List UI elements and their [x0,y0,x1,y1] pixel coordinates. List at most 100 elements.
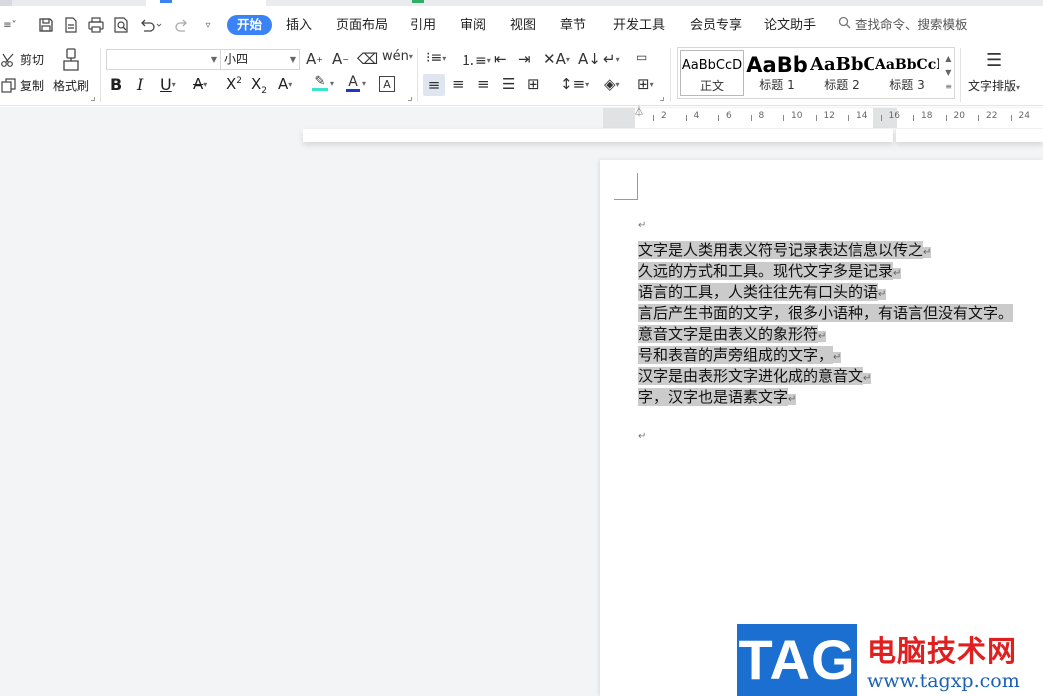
align-center-icon: ≡ [452,75,465,93]
strikethrough-button[interactable]: A ▾ [193,75,207,93]
scissors-icon [0,52,18,68]
separator [670,48,671,102]
text-direction-button[interactable]: A↓ [578,50,601,68]
style-sample: AaBbCcI [875,57,939,73]
show-marks-button[interactable]: ▭ [636,50,647,64]
doc-tab-icon [160,0,172,3]
tab-home[interactable]: 开始 [227,15,273,35]
italic-button[interactable]: I [137,75,143,94]
copy-button[interactable]: 复制 [0,77,44,94]
tab-developer[interactable]: 开发工具 [613,16,665,36]
font-dialog-launcher[interactable] [408,97,412,101]
document-line[interactable]: 意音文字是由表义的象形符↵ [638,324,1013,345]
increase-indent-button[interactable]: ⇥ [518,50,531,68]
underline-button[interactable]: U ▾ [160,75,176,94]
tab-references[interactable]: 引用 [410,16,436,36]
highlight-button[interactable]: ✎ ▾ [312,75,334,91]
document-text[interactable]: 文字是人类用表义符号记录表达信息以传之↵ 久远的方式和工具。现代文字多是记录↵ 语言… [638,240,1014,408]
style-heading-1[interactable]: AaBb 标题 1 [745,50,809,96]
ruler-label: 4 [693,111,700,121]
ruler-tick [653,115,654,121]
paragraph-mark: ↵ [638,431,647,442]
outdent-icon: ⇤ [494,50,507,68]
font-size-select[interactable]: 小四 ▼ [220,49,300,70]
chinese-layout-icon: ✕A [543,50,566,68]
style-normal[interactable]: AaBbCcD 正文 [680,50,744,96]
clear-format-button[interactable]: ⌫ [357,50,378,68]
bold-button[interactable]: B [110,75,122,94]
borders-button[interactable]: ⊞ ▾ [637,75,654,93]
font-color-button[interactable]: A ▾ [346,75,366,92]
ruler-tick [815,115,817,121]
indent-marker-icon[interactable]: ⏃ [634,108,644,118]
bullets-button[interactable]: ⁝≡ ▾ [426,50,446,66]
redo-icon[interactable] [172,15,192,35]
chevron-down-icon: ▾ [362,79,367,88]
chevron-down-icon: ▾ [288,79,293,89]
document-line[interactable]: 语言的工具，人类往往先有口头的语↵ [638,282,1013,303]
subscript-button[interactable]: X2 [251,75,267,96]
font-grow-icon: A + [306,50,323,68]
selected-text: 久远的方式和工具。现代文字多是记录 [638,262,894,280]
document-line[interactable]: 久远的方式和工具。现代文字多是记录↵ [638,261,1013,282]
undo-icon[interactable] [137,15,165,35]
tab-view[interactable]: 视图 [510,16,536,36]
decrease-indent-button[interactable]: ⇤ [494,50,507,68]
tab-member[interactable]: 会员专享 [690,16,742,36]
command-search[interactable]: 查找命令、搜索模板 [838,15,968,35]
export-pdf-icon[interactable] [61,15,81,35]
style-heading-2[interactable]: AaBbC 标题 2 [810,50,874,96]
print-icon[interactable] [86,15,106,35]
tab-paper-assistant[interactable]: 论文助手 [764,16,816,36]
text-effect-button[interactable]: A ▾ [278,75,292,93]
justify-button[interactable]: ☰ [502,75,515,93]
increase-font-button[interactable]: A + [306,50,323,68]
document-line[interactable]: 汉字是由表形文字进化成的意音文↵ [638,366,1013,387]
ruler-label: 8 [758,111,765,121]
document-page[interactable]: ↵ 文字是人类用表义符号记录表达信息以传之↵ 久远的方式和工具。现代文字多是记录↵… [600,160,1043,696]
ruler-icon: ▭ [636,50,648,64]
styles-scroll[interactable]: ▲ ▼ ≡ [945,52,952,94]
format-painter-button[interactable]: 格式刷 [53,48,89,94]
style-sample: AaBbC [810,54,874,75]
horizontal-ruler[interactable]: ⏃ 2 4 6 8 10 12 14 16 18 20 22 24 [603,108,1043,128]
align-right-icon: ≡ [477,75,490,93]
format-painter-label: 格式刷 [53,79,90,93]
save-icon[interactable] [36,15,56,35]
chevron-down-icon: ▼ [289,55,296,64]
print-preview-icon[interactable] [111,15,131,35]
clipboard-dialog-launcher[interactable] [91,97,95,101]
align-center-button[interactable]: ≡ [452,75,465,93]
cut-button[interactable]: 剪切 [0,51,44,68]
menu-dropdown-icon[interactable]: ≡˅ [0,15,20,35]
document-line[interactable]: 号和表音的声旁组成的文字，↵ [638,345,1013,366]
style-heading-3[interactable]: AaBbCcI 标题 3 [875,50,939,96]
phonetic-guide-button[interactable]: wén ▾ [382,49,413,64]
text-layout-button[interactable]: ☰ 文字排版▾ [968,48,1020,94]
document-line[interactable]: 文字是人类用表义符号记录表达信息以传之↵ [638,240,1013,261]
decrease-font-button[interactable]: A − [332,50,349,68]
font-name-select[interactable]: ▼ [106,49,221,70]
align-right-button[interactable]: ≡ [477,75,490,93]
tab-review[interactable]: 审阅 [460,16,486,36]
customize-icon[interactable]: ▿ [198,15,218,35]
character-border-button[interactable]: A [379,76,395,92]
superscript-button[interactable]: X2 [226,75,242,93]
sort-button[interactable]: ↵ ▾ [603,50,620,68]
shading-button[interactable]: ◈ ▾ [604,75,620,93]
tab-insert[interactable]: 插入 [286,16,312,36]
line-spacing-button[interactable]: ↕≡ ▾ [560,75,589,93]
chevron-down-icon: ▾ [408,52,413,61]
numbering-button[interactable]: ⒈≡ ▾ [461,50,491,70]
chinese-layout-button[interactable]: ✕A ▾ [543,50,570,68]
document-line[interactable]: 言后产生书面的文字，很多小语种，有语言但没有文字。 [638,303,1014,324]
selected-text: 号和表音的声旁组成的文字， [638,346,834,364]
distribute-button[interactable]: ⊞ [527,75,540,93]
paragraph-dialog-launcher[interactable] [660,97,664,101]
tab-section[interactable]: 章节 [560,16,586,36]
copy-label: 复制 [20,79,45,93]
ruler-label: 16 [888,111,900,121]
document-line[interactable]: 字，汉字也是语素文字↵ [638,387,1013,408]
tab-page-layout[interactable]: 页面布局 [336,16,388,36]
align-left-button[interactable]: ≡ [423,74,445,96]
